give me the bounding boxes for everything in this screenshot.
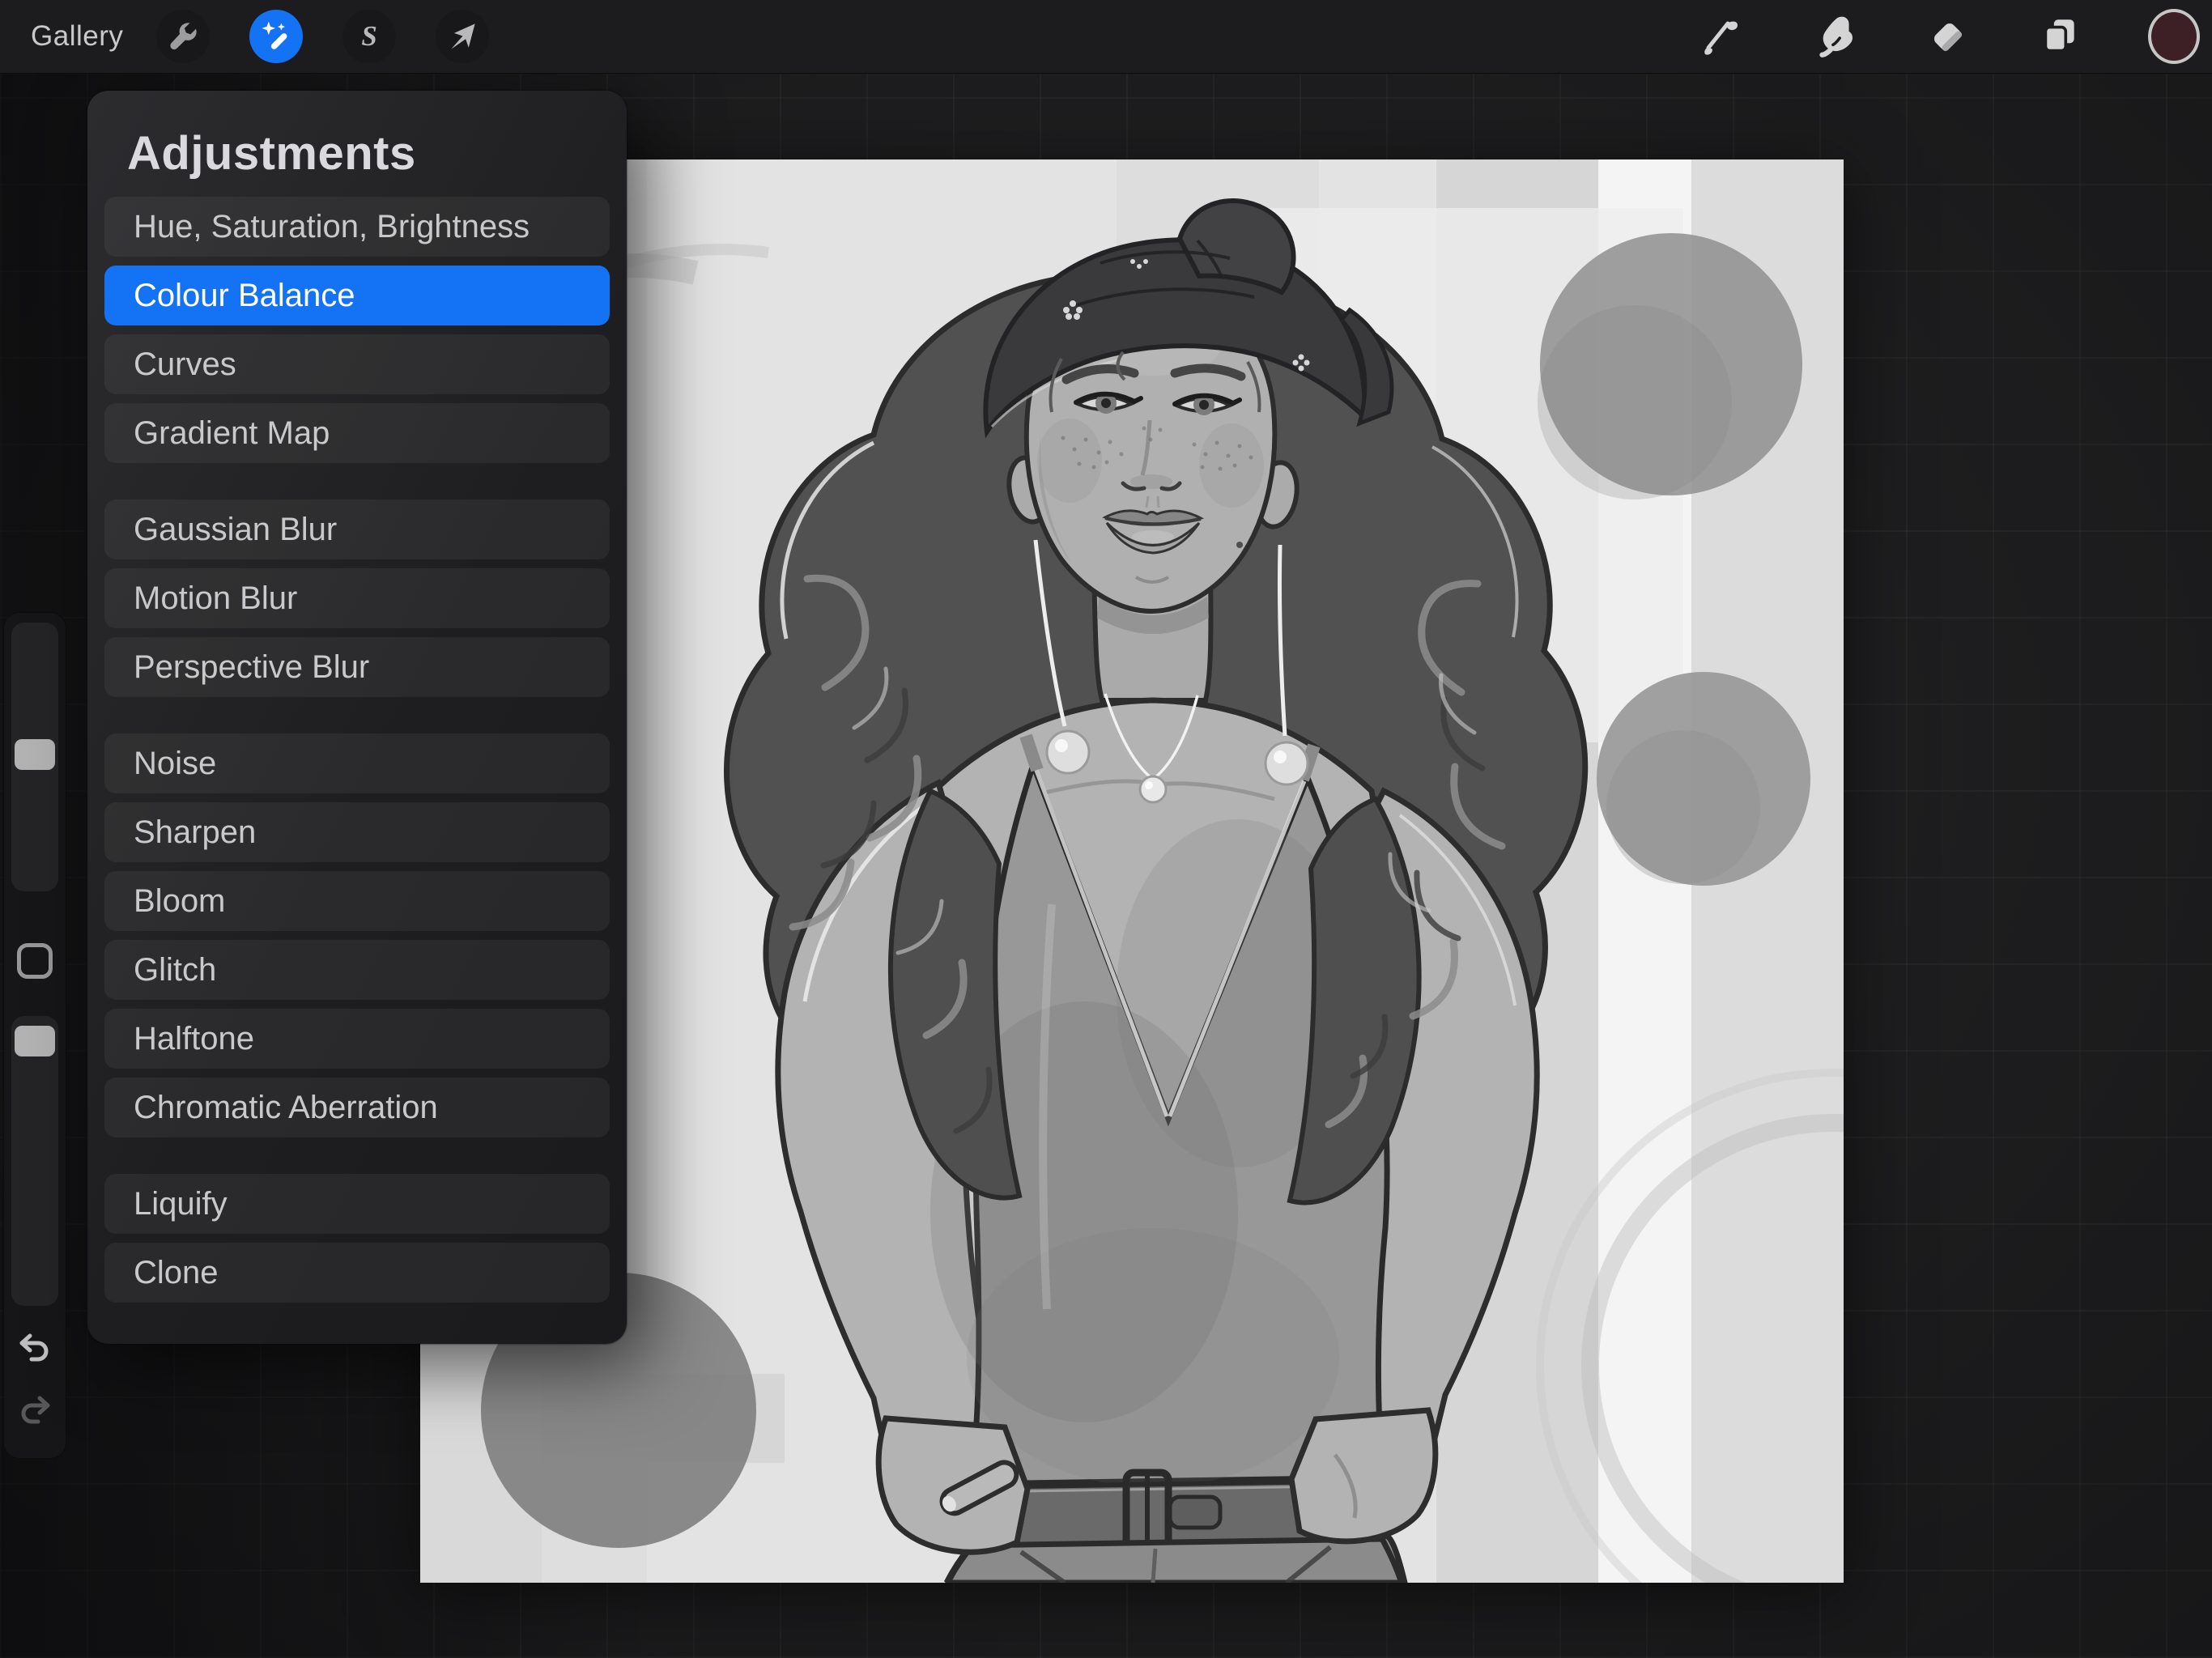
adjustments-button[interactable]: [249, 10, 303, 63]
menu-item-noise[interactable]: Noise: [104, 733, 610, 793]
adjustments-panel: Adjustments Hue, Saturation, Brightness C…: [87, 91, 627, 1344]
erase-button[interactable]: [1921, 0, 1974, 73]
panel-title: Adjustments: [127, 127, 610, 181]
smudge-finger-icon: [1812, 13, 1859, 60]
transform-button[interactable]: [436, 10, 489, 63]
menu-item-motion-blur[interactable]: Motion Blur: [104, 568, 610, 628]
gallery-button[interactable]: Gallery: [31, 0, 123, 73]
paint-button[interactable]: [1693, 0, 1746, 73]
menu-item-gaussian-blur[interactable]: Gaussian Blur: [104, 500, 610, 559]
opacity-slider[interactable]: [11, 1016, 58, 1306]
selection-s-icon: S: [351, 19, 387, 54]
undo-icon[interactable]: [16, 1329, 53, 1366]
adjustments-menu: Hue, Saturation, Brightness Colour Balanc…: [104, 197, 610, 1303]
menu-item-gradient-map[interactable]: Gradient Map: [104, 403, 610, 463]
canvas-artwork: [420, 159, 1844, 1583]
brush-size-handle[interactable]: [15, 739, 55, 770]
opacity-handle[interactable]: [15, 1026, 55, 1056]
menu-item-curves[interactable]: Curves: [104, 334, 610, 394]
wrench-icon: [166, 19, 200, 53]
drawing-canvas[interactable]: [420, 159, 1844, 1583]
menu-item-chromatic-aberration[interactable]: Chromatic Aberration: [104, 1078, 610, 1137]
menu-item-liquify[interactable]: Liquify: [104, 1174, 610, 1234]
layers-icon: [2035, 13, 2082, 60]
brush-icon: [1697, 14, 1742, 59]
menu-item-bloom[interactable]: Bloom: [104, 871, 610, 931]
menu-item-hue-saturation-brightness[interactable]: Hue, Saturation, Brightness: [104, 197, 610, 257]
smudge-button[interactable]: [1809, 0, 1862, 73]
transform-arrow-icon: [445, 19, 480, 54]
sidebar-rail: [3, 612, 66, 1459]
actions-button[interactable]: [156, 10, 210, 63]
top-toolbar: Gallery S: [0, 0, 2212, 74]
modify-button[interactable]: [17, 943, 53, 979]
redo-icon[interactable]: [16, 1391, 53, 1428]
color-swatch[interactable]: [2148, 9, 2200, 64]
menu-item-colour-balance[interactable]: Colour Balance: [104, 266, 610, 325]
eraser-icon: [1924, 13, 1971, 60]
menu-item-sharpen[interactable]: Sharpen: [104, 802, 610, 862]
menu-item-clone[interactable]: Clone: [104, 1243, 610, 1303]
selection-button[interactable]: S: [342, 10, 396, 63]
layers-button[interactable]: [2032, 0, 2086, 73]
magic-wand-icon: [258, 19, 294, 54]
menu-item-perspective-blur[interactable]: Perspective Blur: [104, 637, 610, 697]
menu-item-halftone[interactable]: Halftone: [104, 1009, 610, 1069]
menu-item-glitch[interactable]: Glitch: [104, 940, 610, 1000]
svg-text:S: S: [361, 20, 376, 52]
